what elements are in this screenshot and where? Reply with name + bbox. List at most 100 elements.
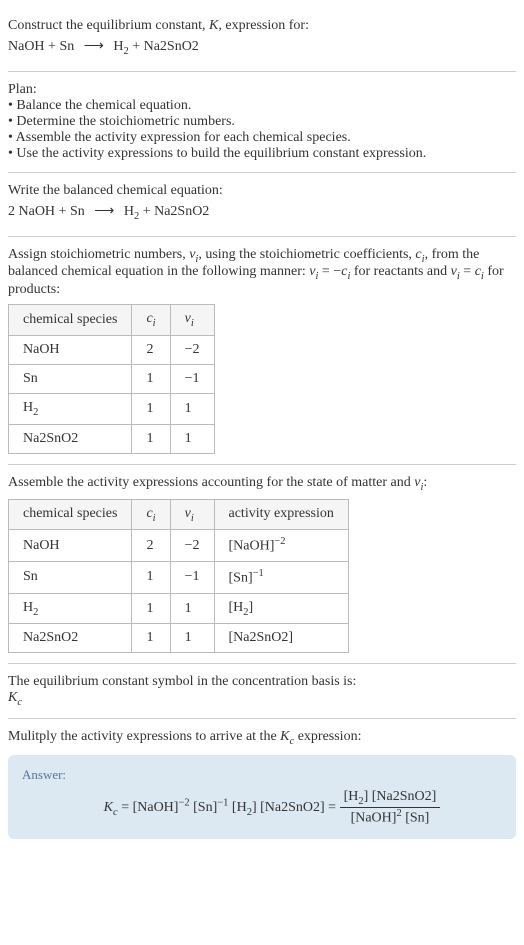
title-text-a: Construct the equilibrium constant, <box>8 18 209 33</box>
th-v-sub: i <box>191 512 194 523</box>
cell: 1 <box>132 593 170 624</box>
th-ci: ci <box>132 499 170 530</box>
plan-item: Determine the stoichiometric numbers. <box>8 114 516 130</box>
st-b: , using the stoichiometric coefficients, <box>198 247 415 262</box>
title-K: K <box>209 18 218 33</box>
beq-rhs-rest: + Na2SnO2 <box>139 204 209 219</box>
act: [Sn] <box>229 571 253 586</box>
cell: 2 <box>132 335 170 364</box>
den-a: [NaOH] <box>351 811 397 826</box>
table-row: NaOH2−2[NaOH]−2 <box>9 530 349 562</box>
table-header-row: chemical species ci νi activity expressi… <box>9 499 349 530</box>
balanced-section: Write the balanced chemical equation: 2 … <box>8 173 516 237</box>
question-header: Construct the equilibrium constant, K, e… <box>8 8 516 72</box>
th-v-sub: i <box>191 318 194 329</box>
stoich-text: Assign stoichiometric numbers, νi, using… <box>8 247 516 299</box>
r1b: = − <box>318 264 341 279</box>
sp: H <box>23 600 33 615</box>
basis-kc: Kc <box>8 690 516 708</box>
beq-h2: H <box>124 204 134 219</box>
act: [NaOH] <box>229 539 275 554</box>
as-colon: : <box>423 475 427 490</box>
beq-lhs: 2 NaOH + Sn <box>8 204 85 219</box>
basis-text: The equilibrium constant symbol in the c… <box>8 674 516 690</box>
table-row: Sn1−1[Sn]−1 <box>9 562 349 594</box>
cell: 1 <box>132 364 170 393</box>
cell: 1 <box>132 393 170 424</box>
basis-section: The equilibrium constant symbol in the c… <box>8 664 516 719</box>
act: [H <box>229 600 244 615</box>
cell: Sn <box>9 364 132 393</box>
cell: Sn <box>9 562 132 594</box>
cell: [H2] <box>214 593 348 624</box>
eq-h2: H <box>113 39 123 54</box>
balanced-header: Write the balanced chemical equation: <box>8 183 516 199</box>
act-close: ] <box>249 600 254 615</box>
act-sup: −2 <box>274 536 285 547</box>
cell: Na2SnO2 <box>9 424 132 453</box>
a-p2: [Sn] <box>190 800 218 815</box>
mt-kc: K <box>280 729 289 744</box>
st-d: for reactants and <box>350 264 450 279</box>
plan-header: Plan: <box>8 82 516 98</box>
table-header-row: chemical species ci νi <box>9 305 215 336</box>
cell: 1 <box>170 424 214 453</box>
th-vi: νi <box>170 499 214 530</box>
kc: K <box>8 690 17 705</box>
answer-equation: Kc = [NaOH]−2 [Sn]−1 [H2] [Na2SnO2] = [H… <box>22 789 502 826</box>
stoich-section: Assign stoichiometric numbers, νi, using… <box>8 237 516 465</box>
unbalanced-equation: NaOH + Sn ⟶ H2 + Na2SnO2 <box>8 34 516 61</box>
numerator: [H2] [Na2SnO2] <box>340 789 441 808</box>
sp-sub: 2 <box>33 407 38 418</box>
den-b: [Sn] <box>402 811 430 826</box>
cell: −2 <box>170 335 214 364</box>
cell: Na2SnO2 <box>9 624 132 653</box>
plan-section: Plan: Balance the chemical equation. Det… <box>8 72 516 173</box>
activity-header: Assemble the activity expressions accoun… <box>8 475 516 493</box>
answer-box: Answer: Kc = [NaOH]−2 [Sn]−1 [H2] [Na2Sn… <box>8 755 516 838</box>
balanced-equation: 2 NaOH + Sn ⟶ H2 + Na2SnO2 <box>8 199 516 226</box>
cell: 1 <box>132 624 170 653</box>
table-row: Na2SnO211 <box>9 424 215 453</box>
cell: −2 <box>170 530 214 562</box>
r2b: = <box>460 264 475 279</box>
num-a: [H <box>344 789 359 804</box>
cell: H2 <box>9 393 132 424</box>
table-row: Sn1−1 <box>9 364 215 393</box>
cell: −1 <box>170 562 214 594</box>
cell: [Sn]−1 <box>214 562 348 594</box>
cell: NaOH <box>9 335 132 364</box>
th-activity: activity expression <box>214 499 348 530</box>
st-a: Assign stoichiometric numbers, <box>8 247 189 262</box>
mt-b: expression: <box>294 729 361 744</box>
mt-a: Mulitply the activity expressions to arr… <box>8 729 280 744</box>
sp: H <box>23 400 33 415</box>
sp-sub: 2 <box>33 606 38 617</box>
plan-item: Assemble the activity expression for eac… <box>8 130 516 146</box>
kc-sub: c <box>17 697 22 708</box>
th-species: chemical species <box>9 499 132 530</box>
fraction: [H2] [Na2SnO2][NaOH]2 [Sn] <box>340 789 441 826</box>
plan-item: Balance the chemical equation. <box>8 98 516 114</box>
a-p1sup: −2 <box>178 797 189 808</box>
a-p2sup: −1 <box>217 797 228 808</box>
arrow-icon: ⟶ <box>88 204 120 219</box>
activity-table: chemical species ci νi activity expressi… <box>8 499 349 654</box>
answer-label: Answer: <box>22 767 502 783</box>
table-row: H211 <box>9 393 215 424</box>
cell: 1 <box>170 593 214 624</box>
stoich-table: chemical species ci νi NaOH2−2 Sn1−1 H21… <box>8 304 215 454</box>
arrow-icon: ⟶ <box>78 39 110 54</box>
title: Construct the equilibrium constant, K, e… <box>8 18 516 34</box>
cell: H2 <box>9 593 132 624</box>
th-c-sub: i <box>153 512 156 523</box>
th-ci: ci <box>132 305 170 336</box>
eq-rhs-rest: + Na2SnO2 <box>129 39 199 54</box>
cell: 1 <box>132 562 170 594</box>
cell: 2 <box>132 530 170 562</box>
eq-lhs: NaOH + Sn <box>8 39 74 54</box>
table-row: H211[H2] <box>9 593 349 624</box>
a-p3: [H <box>228 800 246 815</box>
multiply-text: Mulitply the activity expressions to arr… <box>8 729 516 747</box>
act-sup: −1 <box>253 568 264 579</box>
